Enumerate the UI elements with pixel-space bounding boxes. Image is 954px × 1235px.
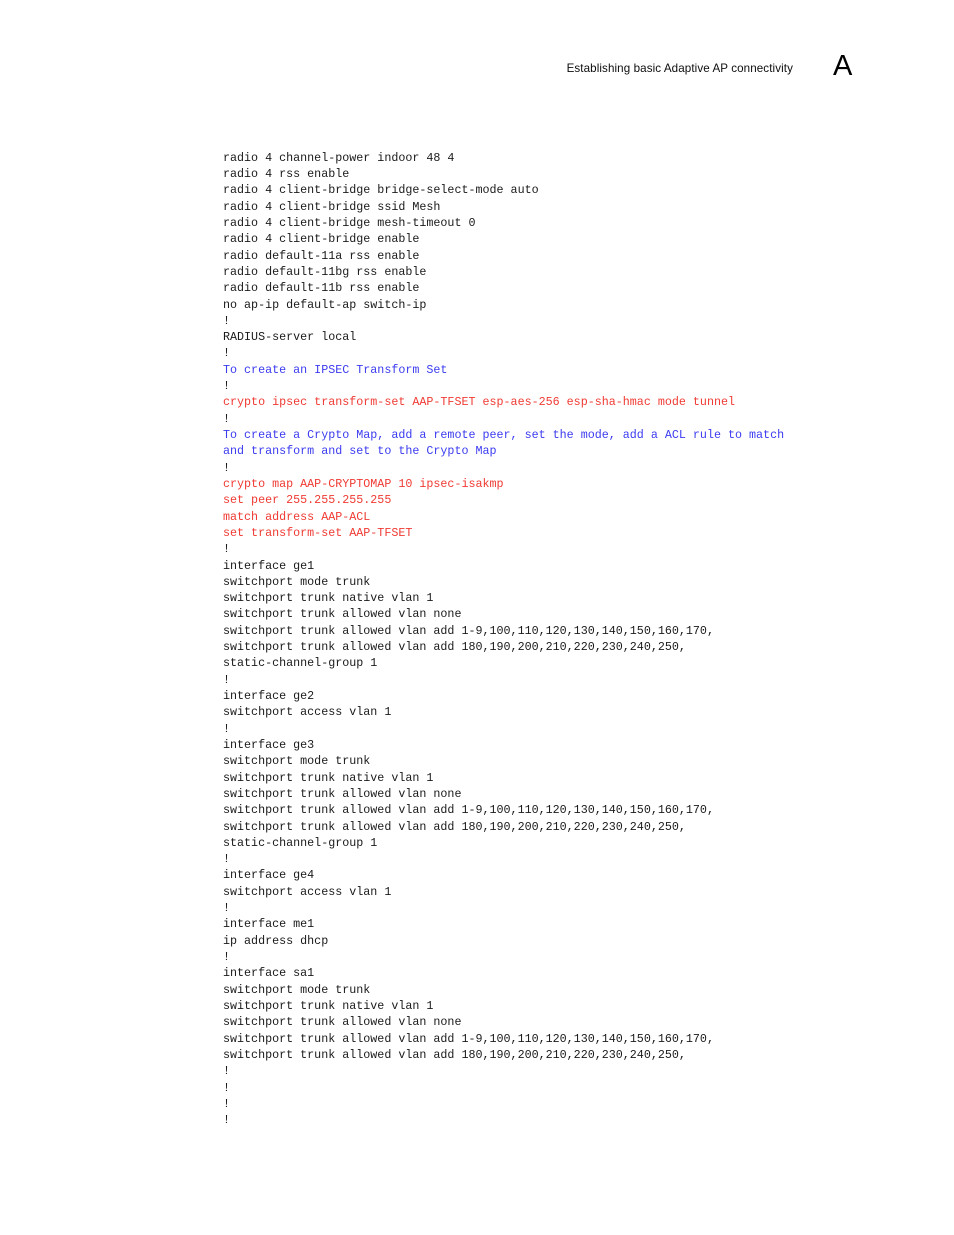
code-line: ! xyxy=(223,1113,231,1128)
code-line: ! xyxy=(223,672,231,687)
code-line: radio 4 client-bridge bridge-select-mode… xyxy=(223,183,539,198)
code-line: switchport mode trunk xyxy=(223,574,371,589)
code-line: interface ge3 xyxy=(223,737,315,752)
page-running-header: Establishing basic Adaptive AP connectiv… xyxy=(0,52,954,98)
code-line: radio 4 channel-power indoor 48 4 xyxy=(223,150,455,165)
code-line: switchport trunk allowed vlan none xyxy=(223,607,462,622)
code-line: radio 4 client-bridge enable xyxy=(223,232,420,247)
code-line: and transform and set to the Crypto Map xyxy=(223,444,497,459)
code-line: set transform-set AAP-TFSET xyxy=(223,525,413,540)
code-line: ! xyxy=(223,901,231,916)
code-line: switchport access vlan 1 xyxy=(223,705,392,720)
code-line: switchport mode trunk xyxy=(223,982,371,997)
code-line: switchport trunk allowed vlan add 180,19… xyxy=(223,819,686,834)
code-line: ! xyxy=(223,411,231,426)
code-line: ! xyxy=(223,542,231,557)
code-line: static-channel-group 1 xyxy=(223,656,378,671)
code-line: switchport trunk allowed vlan add 180,19… xyxy=(223,640,686,655)
code-line: static-channel-group 1 xyxy=(223,835,378,850)
code-line: ! xyxy=(223,460,231,475)
code-line: crypto map AAP-CRYPTOMAP 10 ipsec-isakmp xyxy=(223,476,504,491)
code-line: switchport trunk allowed vlan add 1-9,10… xyxy=(223,1031,714,1046)
code-line: interface ge2 xyxy=(223,689,315,703)
code-line: crypto ipsec transform-set AAP-TFSET esp… xyxy=(223,395,735,410)
code-line: To create an IPSEC Transform Set xyxy=(223,362,448,377)
code-line: interface ge4 xyxy=(223,868,315,883)
code-line: interface ge1 xyxy=(223,558,315,573)
code-line: switchport trunk allowed vlan add 180,19… xyxy=(223,1047,686,1062)
code-line: switchport trunk native vlan 1 xyxy=(223,770,434,785)
code-line: To create a Crypto Map, add a remote pee… xyxy=(223,428,785,442)
code-line: set peer 255.255.255.255 xyxy=(223,493,392,508)
code-line: match address AAP-ACL xyxy=(223,509,371,524)
code-line: switchport trunk allowed vlan none xyxy=(223,1015,462,1030)
code-line: radio default-11a rss enable xyxy=(223,248,420,263)
code-line: ! xyxy=(223,721,231,736)
code-line: ! xyxy=(223,1080,231,1095)
code-line: RADIUS-server local xyxy=(223,330,357,345)
configuration-code-listing: radio 4 channel-power indoor 48 4 radio 4… xyxy=(223,150,923,1129)
appendix-letter: A xyxy=(833,50,853,82)
code-line: ! xyxy=(223,950,231,964)
code-line: radio default-11b rss enable xyxy=(223,281,420,296)
code-line: radio 4 client-bridge mesh-timeout 0 xyxy=(223,215,476,230)
code-line: switchport mode trunk xyxy=(223,754,371,769)
code-line: switchport access vlan 1 xyxy=(223,884,392,899)
code-line: switchport trunk native vlan 1 xyxy=(223,591,434,606)
code-line: no ap-ip default-ap switch-ip xyxy=(223,297,427,312)
code-line: ! xyxy=(223,852,231,867)
page-title: Establishing basic Adaptive AP connectiv… xyxy=(566,62,793,75)
code-line: switchport trunk allowed vlan add 1-9,10… xyxy=(223,623,714,638)
code-line: interface sa1 xyxy=(223,966,315,981)
code-line: ! xyxy=(223,379,231,394)
code-line: switchport trunk allowed vlan none xyxy=(223,786,462,801)
code-line: ! xyxy=(223,1096,231,1111)
code-line: ! xyxy=(223,313,231,328)
code-line: radio default-11bg rss enable xyxy=(223,264,427,279)
code-line: ! xyxy=(223,1064,231,1079)
code-line: switchport trunk allowed vlan add 1-9,10… xyxy=(223,803,714,818)
code-line: switchport trunk native vlan 1 xyxy=(223,998,434,1013)
code-line: radio 4 rss enable xyxy=(223,167,350,181)
code-line: ! xyxy=(223,346,231,361)
code-line: ip address dhcp xyxy=(223,933,329,948)
code-line: interface me1 xyxy=(223,917,315,932)
code-line: radio 4 client-bridge ssid Mesh xyxy=(223,199,441,214)
